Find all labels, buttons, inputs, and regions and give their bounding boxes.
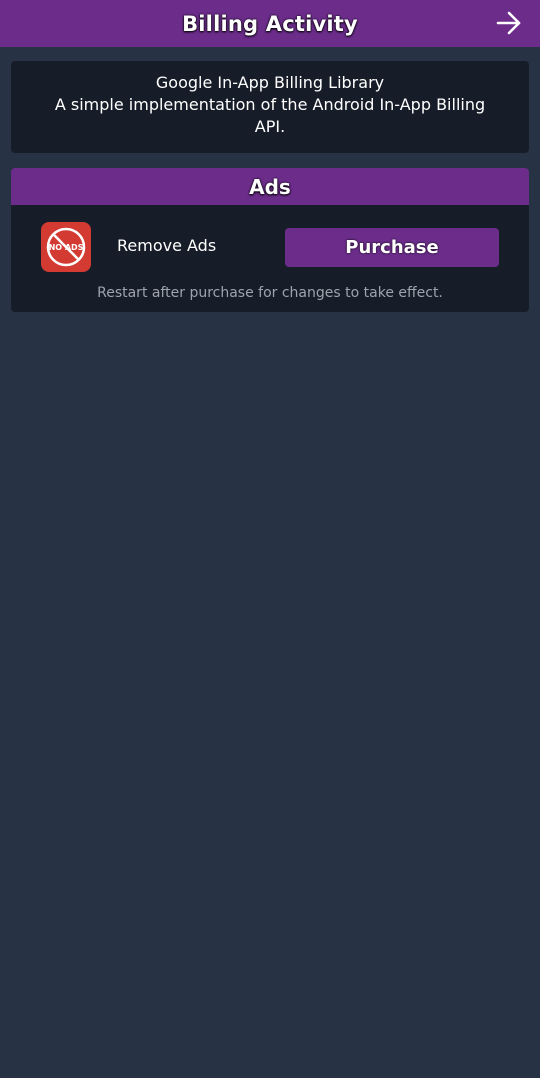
library-description-cont: API. bbox=[254, 117, 286, 136]
library-info-card: Google In-App Billing Library A simple i… bbox=[11, 61, 529, 153]
no-ads-icon: NO ADS bbox=[41, 222, 91, 272]
forward-button[interactable] bbox=[494, 9, 524, 37]
purchase-button[interactable]: Purchase bbox=[285, 228, 499, 267]
no-ads-icon-text: NO ADS bbox=[49, 243, 84, 252]
remove-ads-label: Remove Ads bbox=[117, 236, 217, 255]
ads-section-title: Ads bbox=[249, 174, 291, 199]
ads-section-header: Ads bbox=[11, 168, 529, 205]
remove-ads-item: NO ADS Remove Ads Purchase bbox=[11, 205, 529, 281]
page-title: Billing Activity bbox=[182, 11, 358, 36]
app-bar: Billing Activity bbox=[0, 0, 540, 47]
ads-section-card: Ads NO ADS Remove Ads Purchase Restart a… bbox=[11, 168, 529, 312]
library-description: A simple implementation of the Android I… bbox=[54, 95, 486, 114]
arrow-right-icon bbox=[496, 11, 521, 35]
billing-activity-screen: Billing Activity Google In-App Billing L… bbox=[0, 0, 540, 1078]
library-name: Google In-App Billing Library bbox=[155, 73, 385, 92]
restart-note: Restart after purchase for changes to ta… bbox=[97, 285, 443, 301]
